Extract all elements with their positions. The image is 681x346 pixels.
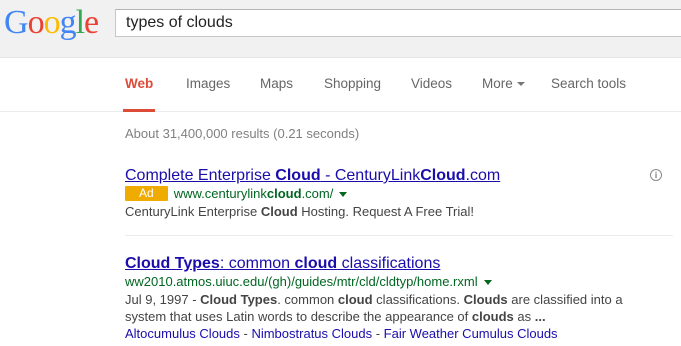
search-input[interactable] (116, 10, 681, 36)
top-bar: Google (0, 0, 681, 58)
snippet-keyword: Cloud Types (200, 292, 278, 307)
url-keyword: cloud (266, 186, 302, 201)
info-icon[interactable]: i (650, 169, 662, 181)
snippet-line: Jul 9, 1997 - Cloud Types. common cloud … (125, 291, 623, 308)
divider (125, 235, 673, 236)
ad-url-line: Ad www.centurylinkcloud.com/ (125, 186, 500, 202)
result-url: ww2010.atmos.uiuc.edu/(gh)/guides/mtr/cl… (125, 274, 478, 289)
snippet-keyword: Clouds (463, 292, 508, 307)
tab-videos[interactable]: Videos (411, 76, 452, 91)
dropdown-arrow-icon[interactable] (339, 192, 348, 198)
search-box[interactable] (115, 9, 681, 37)
snippet-text: classifications. (372, 292, 464, 307)
title-text: .com (465, 167, 501, 184)
sitelink-fair-weather-cumulus[interactable]: Fair Weather Cumulus Clouds (384, 326, 558, 341)
ad-title-link[interactable]: Complete Enterprise Cloud - CenturyLinkC… (125, 166, 500, 185)
ad-result: Complete Enterprise Cloud - CenturyLinkC… (125, 166, 500, 220)
tab-search-tools[interactable]: Search tools (551, 76, 626, 91)
sitelink-altocumulus[interactable]: Altocumulus Clouds (125, 326, 240, 341)
title-keyword: Cloud (420, 167, 466, 184)
tab-more[interactable]: More (482, 76, 525, 91)
snippet-keyword: Cloud (260, 204, 298, 219)
tab-web[interactable]: Web (122, 76, 156, 112)
result-url-line: ww2010.atmos.uiuc.edu/(gh)/guides/mtr/cl… (125, 274, 623, 290)
title-text: Complete Enterprise (125, 167, 276, 184)
sitelink-nimbostratus[interactable]: Nimbostratus Clouds (251, 326, 372, 341)
snippet-text: as (513, 309, 535, 324)
tab-shopping[interactable]: Shopping (324, 76, 381, 91)
google-logo[interactable]: Google (4, 4, 99, 41)
url-text: .com/ (301, 186, 334, 201)
logo-letter: o (27, 4, 45, 41)
snippet-text: . common (277, 292, 338, 307)
title-keyword: Cloud Types (125, 255, 220, 272)
logo-letter: e (84, 4, 99, 41)
snippet-keyword: ... (534, 309, 546, 324)
snippet-line: system that uses Latin words to describe… (125, 308, 623, 325)
tab-more-label: More (482, 76, 513, 91)
ad-badge: Ad (125, 186, 168, 201)
search-tabs: Web Images Maps Shopping Videos More Sea… (0, 58, 681, 112)
title-keyword: cloud (294, 255, 338, 272)
snippet-text: CenturyLink Enterprise (125, 204, 261, 219)
result-title-link[interactable]: Cloud Types: common cloud classification… (125, 254, 623, 273)
result-snippet: Jul 9, 1997 - Cloud Types. common cloud … (125, 291, 623, 325)
title-keyword: Cloud (275, 167, 321, 184)
sitelink-separator: - (372, 326, 384, 341)
logo-letter: G (4, 4, 29, 41)
url-text: www.centurylink (173, 186, 267, 201)
result-stats: About 31,400,000 results (0.21 seconds) (125, 126, 360, 141)
snippet-text: Hosting. Request A Free Trial! (297, 204, 474, 219)
tab-maps[interactable]: Maps (260, 76, 293, 91)
title-text: classifications (337, 255, 441, 272)
title-text: - CenturyLink (320, 167, 421, 184)
logo-letter: l (75, 4, 86, 41)
ad-snippet: CenturyLink Enterprise Cloud Hosting. Re… (125, 203, 500, 220)
logo-letter: o (43, 4, 61, 41)
snippet-text: are classified into a (507, 292, 623, 307)
chevron-down-icon (516, 82, 525, 87)
tab-images[interactable]: Images (186, 76, 230, 91)
snippet-text: system that uses Latin words to describe… (125, 309, 472, 324)
logo-letter: g (59, 4, 77, 41)
snippet-keyword: cloud (337, 292, 373, 307)
snippet-text: Jul 9, 1997 - (125, 292, 201, 307)
snippet-keyword: clouds (471, 309, 514, 324)
title-text: : common (219, 255, 295, 272)
dropdown-arrow-icon[interactable] (483, 280, 492, 286)
sitelinks: Altocumulus Clouds - Nimbostratus Clouds… (125, 325, 623, 342)
search-result: Cloud Types: common cloud classification… (125, 254, 623, 342)
sitelink-separator: - (239, 326, 252, 341)
